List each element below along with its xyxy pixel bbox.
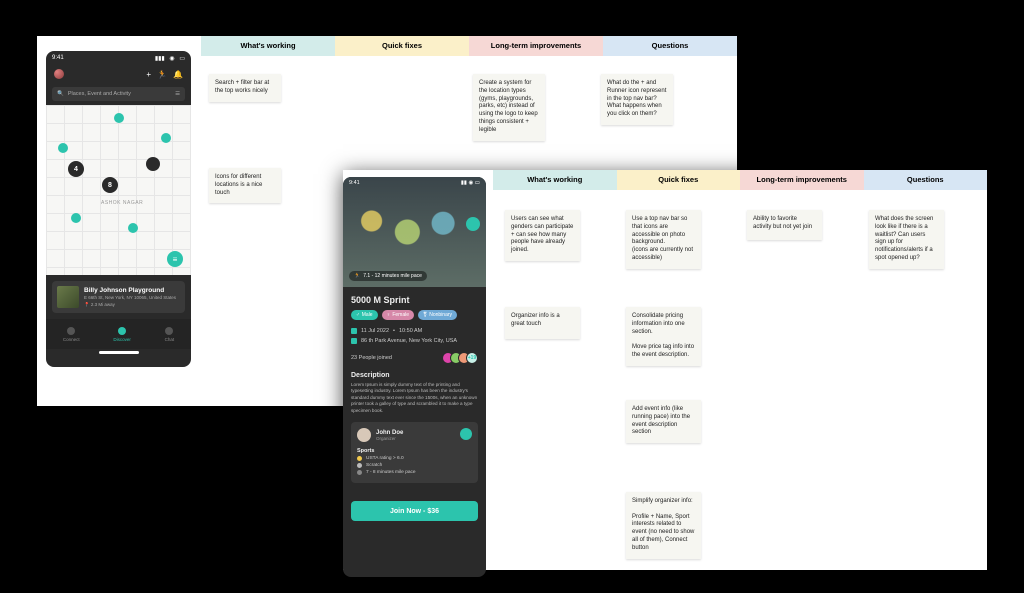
map-pin-cluster[interactable]: 4 xyxy=(68,161,84,177)
map-pin[interactable] xyxy=(71,213,81,223)
board2-notes-area: Users can see what genders can participa… xyxy=(493,190,987,570)
calendar-icon xyxy=(351,328,357,334)
event-datetime: 11 Jul 2022 • 10:50 AM xyxy=(351,328,478,334)
col-header-longterm: Long-term improvements xyxy=(469,36,603,56)
location-thumbnail xyxy=(57,286,79,308)
organizer-name: John Doe xyxy=(376,430,403,436)
event-title: 5000 M Sprint xyxy=(351,295,478,305)
organizer-role: Organizer xyxy=(376,436,403,441)
sticky-note[interactable]: Organizer info is a great touch xyxy=(505,307,580,339)
map-area-label: ASHOK NAGAR xyxy=(101,200,143,206)
col-header-quickfix: Quick fixes xyxy=(335,36,469,56)
pace-chip: 🏃 7.1 - 12 minutes mile pace xyxy=(349,271,427,281)
location-icon xyxy=(351,338,357,344)
organizer-sport-line: USTA rating > 6.0 xyxy=(357,456,472,461)
chip-male: ♂Male xyxy=(351,310,378,320)
status-bar: 9:41 ▮▮ ◉ ▭ xyxy=(343,180,486,186)
joined-avatars[interactable]: +19 xyxy=(446,352,478,364)
search-icon: 🔍 xyxy=(57,91,64,97)
message-organizer-icon[interactable] xyxy=(460,428,472,440)
sticky-note[interactable]: What do the + and Runner icon represent … xyxy=(601,74,673,125)
sticky-note[interactable]: Create a system for the location types (… xyxy=(473,74,545,141)
add-icon[interactable]: + xyxy=(146,70,151,79)
home-indicator xyxy=(99,351,139,354)
sticky-note[interactable]: Users can see what genders can participa… xyxy=(505,210,580,261)
chip-nonbinary: ⚧Nonbinary xyxy=(418,310,457,320)
join-now-button[interactable]: Join Now - $36 xyxy=(351,501,478,521)
nav-discover[interactable]: Discover xyxy=(113,327,131,342)
organizer-sport-line: Scratch xyxy=(357,463,472,468)
board1-column-headers: What's working Quick fixes Long-term imp… xyxy=(201,36,737,56)
runner-icon[interactable]: 🏃 xyxy=(157,70,167,79)
sticky-note[interactable]: What does the screen look like if there … xyxy=(869,210,944,269)
status-time: 9:41 xyxy=(349,180,360,186)
top-icon-row: + 🏃 🔔 xyxy=(46,65,191,83)
organizer-card[interactable]: John Doe Organizer Sports USTA rating > … xyxy=(351,422,478,483)
board2-column-headers: What's working Quick fixes Long-term imp… xyxy=(493,170,987,190)
description-heading: Description xyxy=(351,372,478,379)
sticky-note[interactable]: Simplify organizer info: Profile + Name,… xyxy=(626,492,701,559)
organizer-sport-line: 7 - 8 minutes mile pace xyxy=(357,470,472,475)
status-icons: ▮▮▮ ◉ ▭ xyxy=(152,55,185,62)
organizer-avatar xyxy=(357,428,371,442)
sticky-note[interactable]: Use a top nav bar so that icons are acce… xyxy=(626,210,701,269)
description-text: Lorem Ipsum is simply dummy text of the … xyxy=(351,382,478,414)
search-input[interactable]: 🔍 Places, Event and Activity ☰ xyxy=(52,87,185,101)
chip-female: ♀Female xyxy=(382,310,414,320)
phone-mock-event: 9:41 ▮▮ ◉ ▭ 🏃 7.1 - 12 minutes mile pace… xyxy=(343,177,486,577)
event-location: 86 th Park Avenue, New York City, USA xyxy=(351,338,478,344)
status-bar: 9:41 ▮▮▮ ◉ ▭ xyxy=(46,51,191,65)
map-pin[interactable] xyxy=(58,143,68,153)
battery-icon: ▭ xyxy=(179,56,185,62)
bottom-nav: Connect Discover Chat xyxy=(46,319,191,349)
col-header-questions: Questions xyxy=(603,36,737,56)
sticky-note[interactable]: Icons for different locations is a nice … xyxy=(209,168,281,203)
joined-row: 23 People joined +19 xyxy=(351,352,478,364)
col-header-working: What's working xyxy=(201,36,335,56)
col-header-longterm: Long-term improvements xyxy=(740,170,864,190)
wifi-icon: ◉ xyxy=(169,56,174,62)
gender-chips: ♂Male ♀Female ⚧Nonbinary xyxy=(351,310,478,320)
col-header-working: What's working xyxy=(493,170,617,190)
profile-avatar[interactable] xyxy=(54,69,64,79)
col-header-questions: Questions xyxy=(864,170,988,190)
avatar-more: +19 xyxy=(466,352,478,364)
favorite-icon[interactable] xyxy=(466,217,480,231)
map-pin[interactable] xyxy=(114,113,124,123)
joined-count: 23 People joined xyxy=(351,355,392,361)
sticky-note[interactable]: Search + filter bar at the top works nic… xyxy=(209,74,281,102)
location-title: Billy Johnson Playground xyxy=(84,286,176,295)
col-header-quickfix: Quick fixes xyxy=(617,170,741,190)
map-pin-cluster[interactable] xyxy=(146,157,160,171)
nav-connect[interactable]: Connect xyxy=(63,327,80,342)
bell-icon[interactable]: 🔔 xyxy=(173,70,183,79)
event-hero-image: 9:41 ▮▮ ◉ ▭ 🏃 7.1 - 12 minutes mile pace xyxy=(343,177,486,287)
nav-chat[interactable]: Chat xyxy=(165,327,175,342)
map-pin-cluster[interactable]: 8 xyxy=(102,177,118,193)
location-distance: 📍 2.3 Mi away xyxy=(84,302,176,308)
runner-icon: 🏃 xyxy=(354,273,360,279)
phone-mock-map: 9:41 ▮▮▮ ◉ ▭ + 🏃 🔔 🔍 Places, Event and A… xyxy=(46,51,191,367)
status-icons: ▮▮ ◉ ▭ xyxy=(461,180,480,186)
sticky-note[interactable]: Consolidate pricing information into one… xyxy=(626,307,701,366)
map-pin[interactable] xyxy=(128,223,138,233)
signal-icon: ▮▮▮ xyxy=(155,56,165,62)
organizer-sports-heading: Sports xyxy=(357,448,472,454)
sticky-note[interactable]: Ability to favorite activity but not yet… xyxy=(747,210,822,240)
status-time: 9:41 xyxy=(52,55,64,61)
map-view[interactable]: 4 8 ASHOK NAGAR ≡ xyxy=(46,105,191,275)
sticky-note[interactable]: Add event info (like running pace) into … xyxy=(626,400,701,443)
location-card[interactable]: Billy Johnson Playground E 66th St, New … xyxy=(52,281,185,313)
filter-icon[interactable]: ☰ xyxy=(175,91,180,97)
map-fab-button[interactable]: ≡ xyxy=(167,251,183,267)
map-pin[interactable] xyxy=(161,133,171,143)
search-placeholder: Places, Event and Activity xyxy=(68,91,131,97)
